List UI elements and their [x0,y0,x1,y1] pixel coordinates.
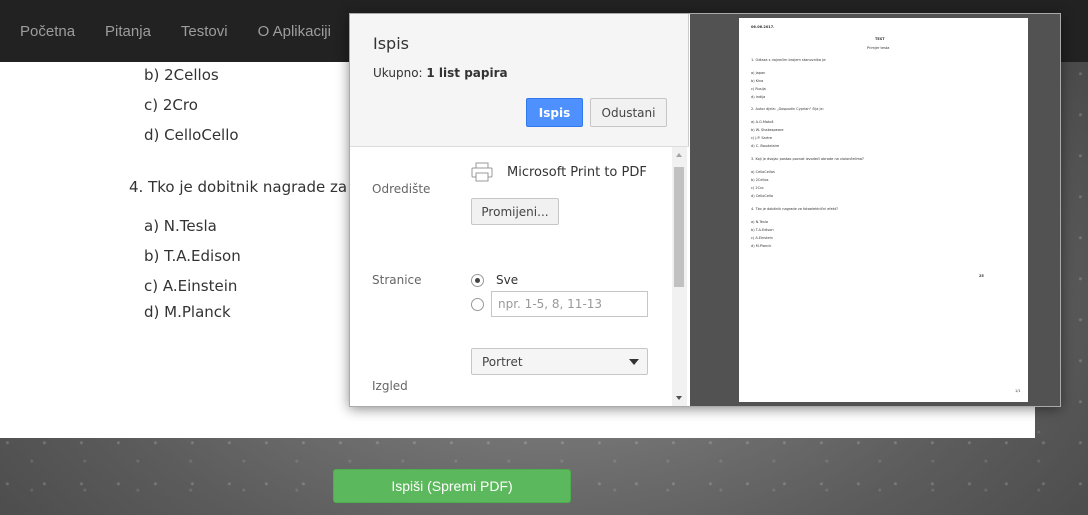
layout-label: Izgled [372,379,408,393]
preview-line: d) M.Planck [751,244,772,248]
preview-line: b) 2Cellos [751,178,769,182]
preview-line: d) Indija [751,95,766,99]
preview-page-number: 1/1 [1015,389,1021,393]
pages-custom-radio[interactable] [471,298,484,311]
nav-item-questions[interactable]: Pitanja [105,23,151,40]
preview-line: c) 2Cro [751,186,764,190]
preview-line: b) Kina [751,79,764,83]
answer-item: a) N.Tesla [144,217,217,235]
nav-item-tests[interactable]: Testovi [181,23,228,40]
question-4: 4. Tko je dobitnik nagrade za fo [129,178,367,196]
sheet-count-label: Ukupno: [373,66,423,80]
printer-icon [471,162,493,182]
settings-list[interactable]: Odredište Microsoft Print to PDF Promije… [350,147,689,406]
sheet-count: Ukupno: 1 list papira [373,66,508,80]
layout-select[interactable]: Portret [471,348,648,375]
answer-item: d) CelloCello [144,126,239,144]
answer-item: b) 2Cellos [144,66,219,84]
pages-range-input[interactable]: npr. 1-5, 8, 11-13 [491,291,648,317]
print-button[interactable]: Ispis [526,98,583,127]
answer-item: c) 2Cro [144,96,198,114]
preview-line: b) W. Shakespeare [751,128,784,132]
print-pdf-button[interactable]: Ispiši (Spremi PDF) [333,469,571,503]
preview-title: TEST [875,37,885,41]
preview-line: a) A.G.Matoš [751,120,774,124]
nav-item-about[interactable]: O Aplikaciji [258,23,331,40]
preview-line: 4. Tko je dobitnik nagrade za fotoelektr… [751,207,838,211]
preview-line: b) T.A.Edison [751,228,774,232]
answer-item: b) T.A.Edison [144,247,241,265]
preview-date: 06.06.2017. [751,25,775,29]
destination-value: Microsoft Print to PDF [507,165,647,180]
pages-all-label: Sve [496,273,519,287]
nav-item-home[interactable]: Početna [20,23,75,40]
scroll-up-arrow-icon[interactable] [676,153,682,157]
layout-select-value: Portret [482,355,523,369]
destination-label: Odredište [372,182,431,196]
answer-item: d) M.Planck [144,303,231,321]
preview-subtitle: Primjer testa [867,46,890,50]
sheet-count-value: 1 list papira [426,66,508,80]
dialog-title: Ispis [373,34,409,53]
preview-page: 06.06.2017. TEST Primjer testa 1. Odlaza… [739,18,1028,402]
answer-item: c) A.Einstein [144,277,238,295]
preview-line: 1. Odlaza s najvećim brojem stanovnika j… [751,58,827,62]
settings-scrollbar[interactable] [672,147,687,406]
preview-line: c) J.P. Sartre [751,136,773,140]
preview-mark: 25 [979,274,984,278]
print-settings-panel: Ispis Ukupno: 1 list papira Ispis Odusta… [350,14,689,406]
preview-line: a) N.Tesla [751,220,768,224]
preview-line: d) C. Baudelaire [751,144,780,148]
print-dialog: Ispis Ukupno: 1 list papira Ispis Odusta… [349,13,1061,407]
preview-line: c) Rusija [751,87,766,91]
preview-line: d) CelloCello [751,194,774,198]
scroll-down-arrow-icon[interactable] [676,396,682,400]
cancel-button[interactable]: Odustani [590,98,667,127]
dropdown-arrow-icon [629,359,639,365]
preview-line: 2. Autor djela: „Gospodin Cyprian" čija … [751,107,824,111]
preview-line: a) CelloCellos [751,170,775,174]
pages-label: Stranice [372,273,422,287]
change-destination-button[interactable]: Promijeni... [471,198,559,225]
preview-line: 3. Koji je dvojac postao poznat izvodeći… [751,157,864,161]
print-preview: 06.06.2017. TEST Primjer testa 1. Odlaza… [690,14,1060,406]
preview-line: c) A.Einstein [751,236,773,240]
pages-all-radio[interactable] [471,274,484,287]
scroll-thumb[interactable] [674,167,684,287]
preview-line: a) Japan [751,71,766,75]
